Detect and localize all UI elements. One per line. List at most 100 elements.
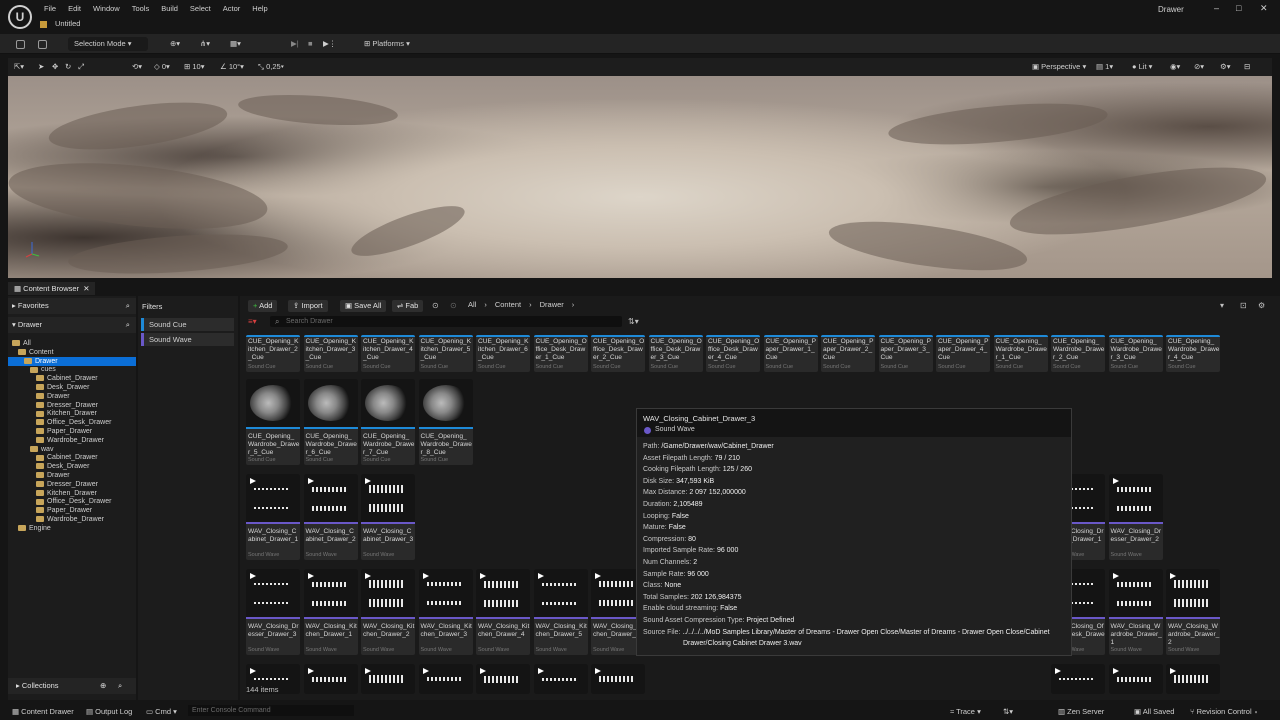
- asset-tile[interactable]: WAV_Closing_Kitchen_Drawer_4 Sound Wave: [476, 569, 530, 655]
- all-saved-button[interactable]: ▣ All Saved: [1134, 707, 1174, 716]
- folder-tree-item[interactable]: Desk_Drawer: [8, 462, 136, 471]
- asset-tile[interactable]: CUE_Opening_Kitchen_Drawer_5_Cue Sound Cu…: [418, 335, 473, 372]
- grid-angle-value[interactable]: ◇ 0▾: [154, 61, 170, 73]
- launch-options-icon[interactable]: ▶⋮: [323, 37, 336, 51]
- folder-tree-item[interactable]: Wardrobe_Drawer: [8, 515, 136, 524]
- asset-tile[interactable]: WAV_Closing_Wardrobe_Drawer_1 Sound Wave: [1108, 569, 1163, 655]
- asset-tile[interactable]: [533, 664, 588, 694]
- asset-tile[interactable]: CUE_Opening_Wardrobe_Drawer_1_Cue Sound C…: [993, 335, 1048, 372]
- asset-tile[interactable]: CUE_Opening_Wardrobe_Drawer_4_Cue Sound C…: [1166, 335, 1220, 372]
- asset-tile[interactable]: CUE_Opening_Wardrobe_Drawer_5_Cue Sound C…: [246, 379, 300, 465]
- history-forward-icon[interactable]: ⊙: [450, 301, 457, 310]
- fab-button[interactable]: ⇌ Fab: [392, 300, 424, 312]
- move-tool-icon[interactable]: ✥: [52, 61, 58, 73]
- asset-tile[interactable]: [476, 664, 530, 694]
- asset-tile[interactable]: CUE_Opening_Kitchen_Drawer_3_Cue Sound Cu…: [303, 335, 358, 372]
- asset-tile[interactable]: CUE_Opening_Kitchen_Drawer_2_Cue Sound Cu…: [246, 335, 300, 372]
- asset-tile[interactable]: [1166, 664, 1220, 694]
- console-input[interactable]: Enter Console Command: [188, 705, 354, 716]
- menu-item-file[interactable]: File: [38, 3, 62, 14]
- settings-icon[interactable]: ⚙: [1258, 301, 1265, 310]
- asset-tile[interactable]: CUE_Opening_Wardrobe_Drawer_2_Cue Sound C…: [1051, 335, 1105, 372]
- maximize-button[interactable]: □: [1236, 3, 1241, 13]
- favorites-header[interactable]: ▸ Favorites ⌕: [8, 298, 136, 314]
- folder-tree-item[interactable]: Engine: [8, 524, 136, 533]
- asset-tile[interactable]: CUE_Opening_Kitchen_Drawer_6_Cue Sound Cu…: [476, 335, 530, 372]
- folder-tree-item[interactable]: Kitchen_Drawer: [8, 409, 136, 418]
- menu-item-edit[interactable]: Edit: [62, 3, 87, 14]
- asset-tile[interactable]: CUE_Opening_Office_Desk_Drawer_2_Cue Soun…: [591, 335, 645, 372]
- asset-tile[interactable]: CUE_Opening_Paper_Drawer_1_Cue Sound Cue: [763, 335, 818, 372]
- asset-tile[interactable]: CUE_Opening_Office_Desk_Drawer_3_Cue Soun…: [648, 335, 703, 372]
- asset-tile[interactable]: WAV_Closing_Kitchen_Drawer_5 Sound Wave: [533, 569, 588, 655]
- drawer-header[interactable]: ▾ Drawer ⌕: [8, 317, 136, 333]
- scale-tool-icon[interactable]: ⤢: [78, 61, 84, 73]
- folder-tree-item[interactable]: Desk_Drawer: [8, 383, 136, 392]
- asset-tile[interactable]: CUE_Opening_Wardrobe_Drawer_6_Cue Sound C…: [303, 379, 358, 465]
- settings-icon[interactable]: ⚙▾: [1220, 61, 1231, 73]
- folder-tree-item[interactable]: Cabinet_Drawer: [8, 453, 136, 462]
- add-collection-icon[interactable]: ⊕: [100, 678, 106, 694]
- history-back-icon[interactable]: ⊙: [432, 301, 439, 310]
- asset-tile[interactable]: WAV_Closing_Dresser_Drawer_3 Sound Wave: [246, 569, 300, 655]
- tab-content-browser[interactable]: ▦ Content Browser ✕: [8, 282, 96, 295]
- save-icon[interactable]: [16, 37, 25, 51]
- breadcrumb-item[interactable]: Content: [495, 300, 521, 309]
- menu-item-help[interactable]: Help: [246, 3, 273, 14]
- rotate-snap-value[interactable]: ∠ 10°▾: [220, 61, 244, 73]
- asset-tile[interactable]: WAV_Closing_Kitchen_Drawer_1 Sound Wave: [303, 569, 358, 655]
- asset-tile[interactable]: WAV_Closing_Kitchen_Drawer_3 Sound Wave: [418, 569, 473, 655]
- asset-tile[interactable]: [591, 664, 645, 694]
- scale-snap-value[interactable]: ⤡ 0,25▾: [258, 61, 284, 73]
- document-tab[interactable]: Untitled: [40, 19, 80, 28]
- asset-tile[interactable]: WAV_Closing_Cabinet_Drawer_3 Sound Wave: [361, 474, 415, 560]
- asset-tile[interactable]: WAV_Closing_Cabinet_Drawer_2 Sound Wave: [303, 474, 358, 560]
- add-actor-icon[interactable]: ⊕▾: [170, 37, 180, 51]
- menu-item-tools[interactable]: Tools: [126, 3, 156, 14]
- close-window-button[interactable]: ✕: [1260, 3, 1268, 14]
- blueprint-icon[interactable]: ⋔▾: [200, 37, 210, 51]
- menu-item-window[interactable]: Window: [87, 3, 126, 14]
- breadcrumb-dropdown-icon[interactable]: ▾: [1220, 301, 1224, 310]
- filter-chip[interactable]: Sound Cue: [141, 318, 234, 331]
- folder-tree-item[interactable]: Paper_Drawer: [8, 427, 136, 436]
- sort-icon[interactable]: ⇅▾: [628, 317, 639, 326]
- folder-tree-item[interactable]: Paper_Drawer: [8, 506, 136, 515]
- import-button[interactable]: ⇪ Import: [288, 300, 328, 312]
- folder-tree-item[interactable]: Cabinet_Drawer: [8, 374, 136, 383]
- content-drawer-button[interactable]: ▦ Content Drawer: [12, 707, 74, 716]
- asset-tile[interactable]: CUE_Opening_Paper_Drawer_4_Cue Sound Cue: [936, 335, 990, 372]
- level-viewport[interactable]: [8, 76, 1272, 278]
- breadcrumb-item[interactable]: Drawer: [540, 300, 564, 309]
- folder-tree-item[interactable]: Drawer: [8, 392, 136, 401]
- select-tool-icon[interactable]: ➤: [38, 61, 44, 73]
- asset-tile[interactable]: CUE_Opening_Wardrobe_Drawer_7_Cue Sound C…: [361, 379, 415, 465]
- search-input[interactable]: Search Drawer: [270, 316, 622, 327]
- folder-tree-item[interactable]: Dresser_Drawer: [8, 401, 136, 410]
- search-icon[interactable]: ⌕: [126, 317, 130, 333]
- asset-tile[interactable]: CUE_Opening_Office_Desk_Drawer_4_Cue Soun…: [706, 335, 760, 372]
- asset-tile[interactable]: WAV_Closing_Cabinet_Drawer_1 Sound Wave: [246, 474, 300, 560]
- transform-menu-icon[interactable]: ⇱▾: [14, 61, 24, 73]
- viewport-layout-icon[interactable]: ⊟: [1244, 61, 1250, 73]
- collections-header[interactable]: ▸ Collections ⊕ ⌕: [8, 678, 136, 694]
- perspective-dropdown[interactable]: ▣ Perspective ▾: [1032, 61, 1086, 73]
- asset-tile[interactable]: [361, 664, 415, 694]
- trace-dropdown[interactable]: ≈ Trace ▾: [950, 707, 981, 716]
- output-log-button[interactable]: ▤ Output Log: [86, 707, 132, 716]
- folder-tree-item[interactable]: Dresser_Drawer: [8, 480, 136, 489]
- folder-tree-item[interactable]: Office_Desk_Drawer: [8, 418, 136, 427]
- menu-item-actor[interactable]: Actor: [217, 3, 247, 14]
- step-icon[interactable]: ▶|: [291, 37, 299, 51]
- menu-item-select[interactable]: Select: [184, 3, 217, 14]
- asset-tile[interactable]: WAV_Closing_Dresser_Drawer_2 Sound Wave: [1108, 474, 1163, 560]
- asset-tile[interactable]: [1108, 664, 1163, 694]
- stop-icon[interactable]: ■: [308, 37, 313, 51]
- realtime-icon[interactable]: ⊘▾: [1194, 61, 1204, 73]
- search-icon[interactable]: ⌕: [126, 298, 130, 314]
- save-all-button[interactable]: ▣ Save All: [340, 300, 387, 312]
- browse-icon[interactable]: [38, 37, 47, 51]
- lit-dropdown[interactable]: ● Lit ▾: [1132, 61, 1152, 73]
- cinematics-icon[interactable]: ▦▾: [230, 37, 241, 51]
- asset-tile[interactable]: CUE_Opening_Office_Desk_Drawer_1_Cue Soun…: [533, 335, 588, 372]
